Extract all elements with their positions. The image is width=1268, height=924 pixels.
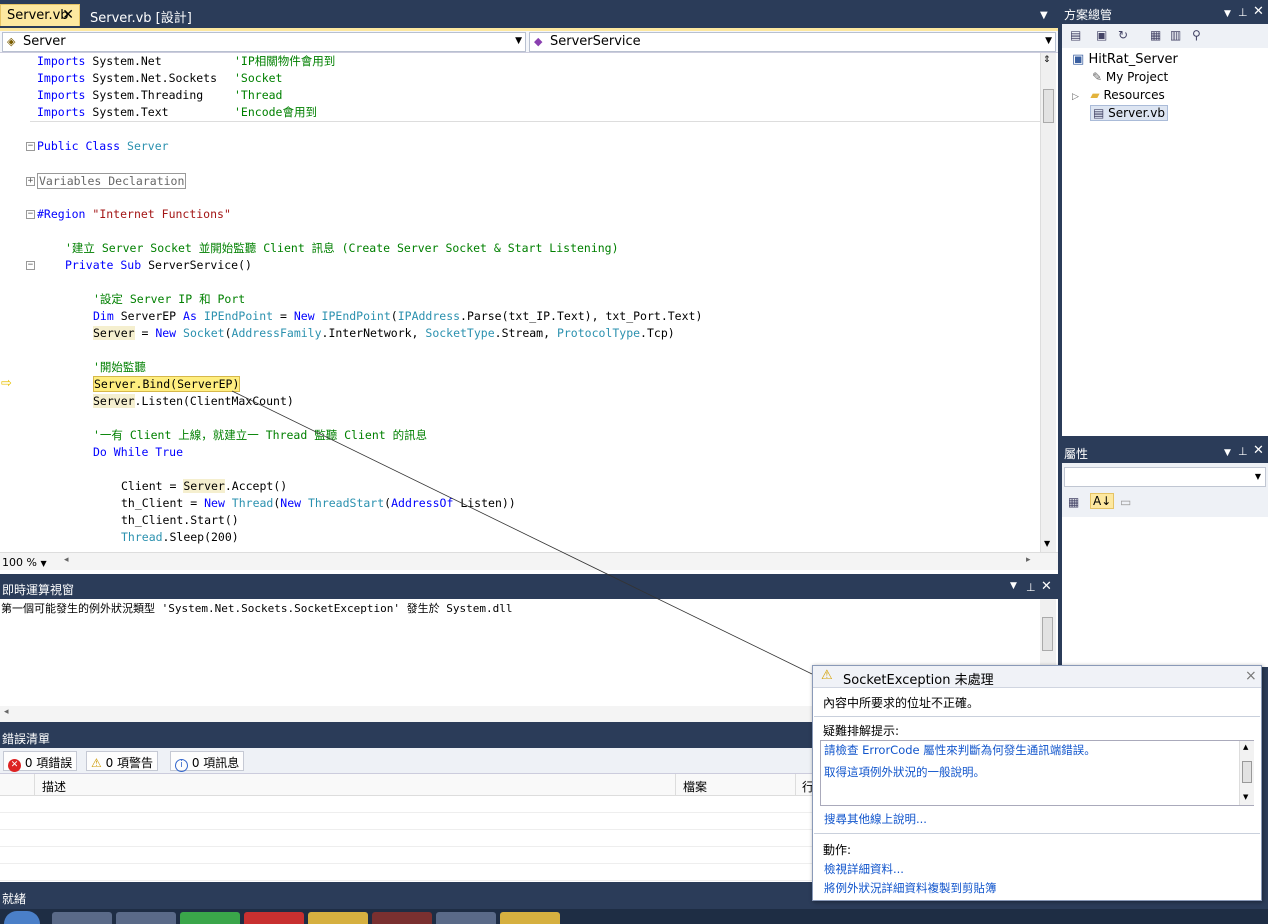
scroll-down-icon[interactable]: ▼: [1243, 793, 1248, 801]
popup-header: ⚠ SocketException 未處理 ×: [813, 666, 1261, 688]
view-detail-link[interactable]: 檢視詳細資料...: [824, 861, 904, 877]
tips-list: 請檢查 ErrorCode 屬性來判斷為何發生通訊端錯誤。 取得這項例外狀況的一…: [820, 740, 1254, 806]
copy-details-link[interactable]: 將例外狀況詳細資料複製到剪貼簿: [824, 880, 997, 896]
scroll-up-icon[interactable]: ▲: [1243, 743, 1248, 751]
divider: [814, 833, 1260, 834]
exception-message: 內容中所要求的位址不正確。: [823, 696, 980, 710]
divider: [814, 716, 1260, 717]
exception-assistant-popup: ⚠ SocketException 未處理 × 內容中所要求的位址不正確。 疑難…: [812, 665, 1262, 901]
popup-title: SocketException 未處理: [843, 673, 994, 688]
warning-icon: ⚠: [821, 668, 833, 683]
search-online-help-link[interactable]: 搜尋其他線上說明...: [824, 811, 927, 827]
tips-heading: 疑難排解提示:: [823, 724, 900, 738]
tip-link[interactable]: 請檢查 ErrorCode 屬性來判斷為何發生通訊端錯誤。: [824, 742, 1096, 758]
tips-scrollbar[interactable]: ▲ ▼: [1239, 741, 1254, 805]
actions-heading: 動作:: [823, 843, 852, 857]
close-icon[interactable]: ×: [1245, 668, 1257, 684]
tip-link[interactable]: 取得這項例外狀況的一般說明。: [824, 764, 985, 780]
scroll-thumb[interactable]: [1242, 761, 1252, 783]
